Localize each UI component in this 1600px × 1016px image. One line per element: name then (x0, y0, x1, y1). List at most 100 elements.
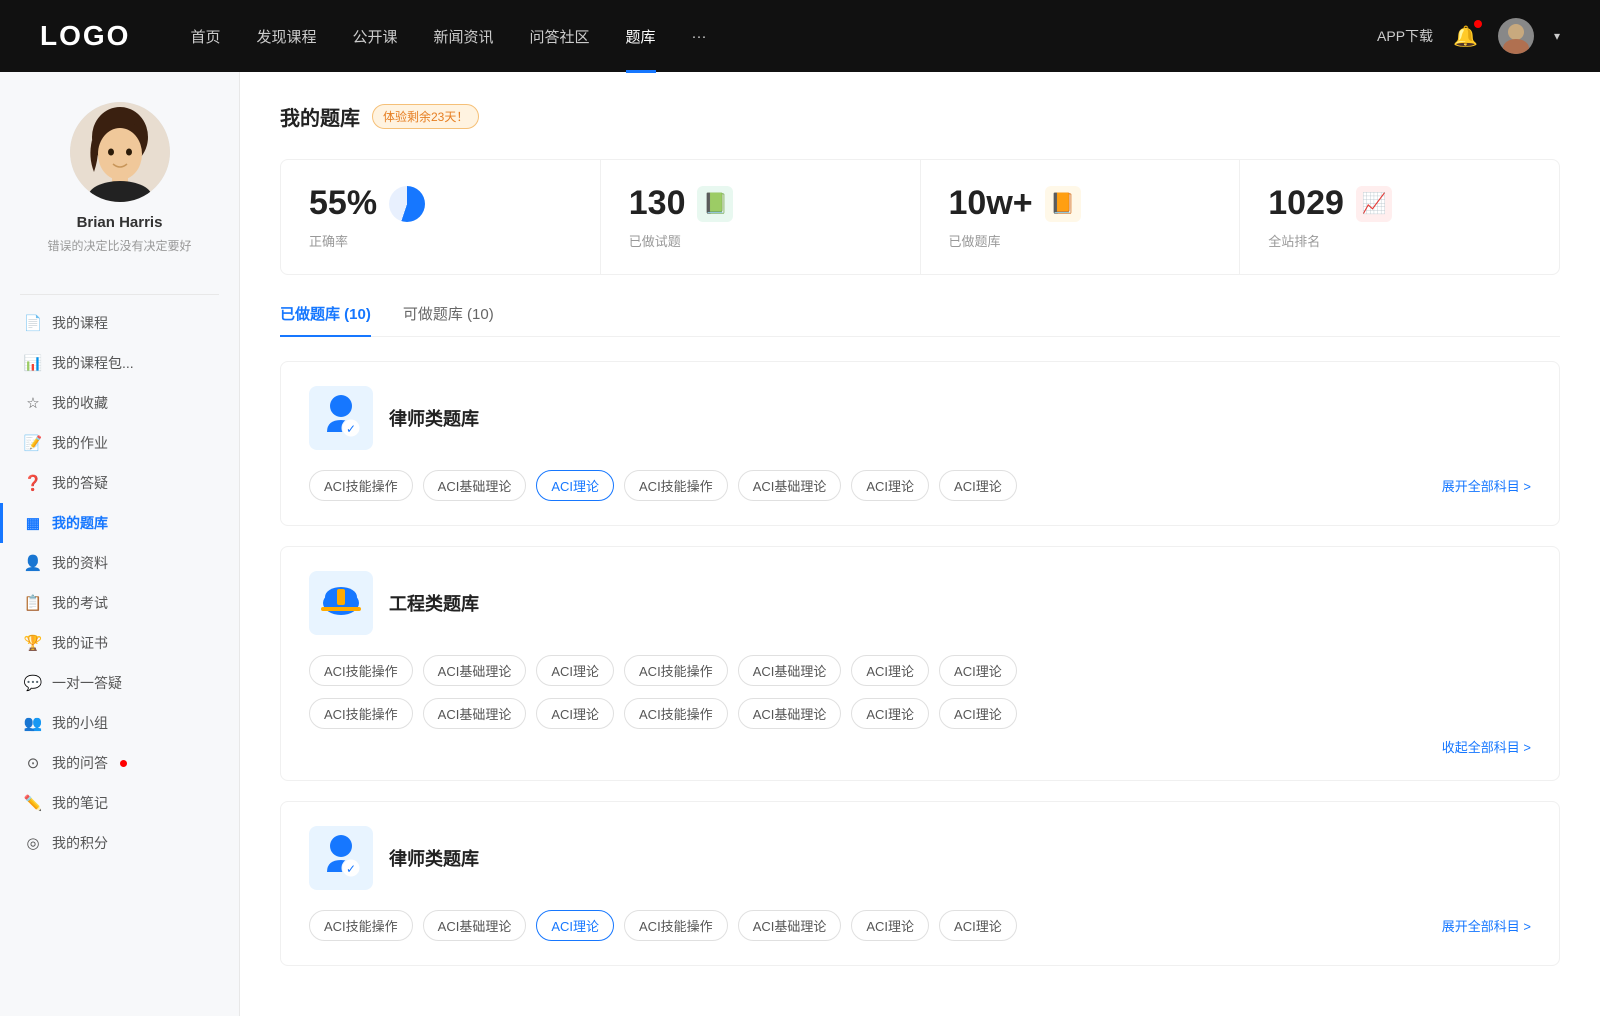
sidebar-profile: Brian Harris 错误的决定比没有决定要好 (0, 102, 239, 274)
tag[interactable]: ACI基础理论 (423, 470, 527, 501)
bank-2-tags-row1: ACI技能操作 ACI基础理论 ACI理论 ACI技能操作 ACI基础理论 AC… (309, 655, 1531, 686)
sidebar: Brian Harris 错误的决定比没有决定要好 📄 我的课程 📊 我的课程包… (0, 72, 240, 1016)
tag[interactable]: ACI技能操作 (309, 698, 413, 729)
tag[interactable]: ACI理论 (851, 910, 929, 941)
tag[interactable]: ACI基础理论 (738, 655, 842, 686)
sidebar-divider (20, 294, 219, 295)
tag[interactable]: ACI技能操作 (624, 910, 728, 941)
stat-done-q-value: 130 (629, 184, 686, 223)
nav-home[interactable]: 首页 (190, 26, 220, 47)
main-content: 我的题库 体验剩余23天！ 55% 正确率 130 📗 已做试题 (240, 72, 1600, 1016)
tag[interactable]: ACI理论 (536, 655, 614, 686)
app-download[interactable]: APP下载 (1377, 26, 1433, 46)
nav-courses[interactable]: 发现课程 (256, 26, 316, 47)
tag[interactable]: ACI基础理论 (738, 698, 842, 729)
tag[interactable]: ACI技能操作 (309, 655, 413, 686)
tag[interactable]: ACI基础理论 (423, 655, 527, 686)
tag[interactable]: ACI理论 (851, 698, 929, 729)
tab-done-banks[interactable]: 已做题库 (10) (280, 303, 371, 336)
nav-opencourse[interactable]: 公开课 (352, 26, 397, 47)
sidebar-item-favorites[interactable]: ☆ 我的收藏 (0, 383, 239, 423)
sidebar-item-homework[interactable]: 📝 我的作业 (0, 423, 239, 463)
tag[interactable]: ACI基础理论 (738, 470, 842, 501)
sidebar-menu: 📄 我的课程 📊 我的课程包... ☆ 我的收藏 📝 我的作业 ❓ 我的答疑 ▦ (0, 303, 239, 863)
tag-active[interactable]: ACI理论 (536, 470, 614, 501)
nav-qa[interactable]: 问答社区 (530, 26, 590, 47)
grid-icon: ▦ (24, 514, 42, 532)
chart-red-icon: 📈 (1356, 186, 1392, 222)
sidebar-item-one-on-one[interactable]: 💬 一对一答疑 (0, 663, 239, 703)
tag[interactable]: ACI理论 (851, 470, 929, 501)
question-icon: ❓ (24, 474, 42, 492)
bell-icon[interactable]: 🔔 (1453, 24, 1478, 49)
tag[interactable]: ACI技能操作 (624, 698, 728, 729)
stat-top: 130 📗 (629, 184, 892, 223)
sidebar-item-label: 我的题库 (52, 513, 108, 533)
tag[interactable]: ACI基础理论 (738, 910, 842, 941)
tabs-row: 已做题库 (10) 可做题库 (10) (280, 303, 1560, 337)
tag[interactable]: ACI理论 (939, 698, 1017, 729)
page-title: 我的题库 (280, 102, 360, 131)
doc-orange-icon: 📙 (1045, 186, 1081, 222)
sidebar-motto: 错误的决定比没有决定要好 (27, 237, 211, 254)
tag[interactable]: ACI技能操作 (624, 655, 728, 686)
tag-active[interactable]: ACI理论 (536, 910, 614, 941)
bank-card-3-header: ✓ 律师类题库 (309, 826, 1531, 890)
tag[interactable]: ACI技能操作 (309, 470, 413, 501)
sidebar-item-label: 我的作业 (52, 433, 108, 453)
sidebar-item-my-courses[interactable]: 📄 我的课程 (0, 303, 239, 343)
tab-available-banks[interactable]: 可做题库 (10) (403, 303, 494, 336)
doc-green-icon: 📗 (697, 186, 733, 222)
bank-1-title: 律师类题库 (389, 405, 479, 431)
sidebar-item-label: 一对一答疑 (52, 673, 122, 693)
stat-accuracy-value: 55% (309, 184, 377, 223)
star-icon: ☆ (24, 394, 42, 412)
bell-badge (1474, 20, 1482, 28)
user-avatar-nav[interactable] (1498, 18, 1534, 54)
sidebar-item-my-qa[interactable]: ❓ 我的答疑 (0, 463, 239, 503)
sidebar-item-label: 我的资料 (52, 553, 108, 573)
sidebar-item-my-bank[interactable]: ▦ 我的题库 (0, 503, 239, 543)
nav-more[interactable]: ··· (692, 28, 707, 45)
bank-2-tags-row2: ACI技能操作 ACI基础理论 ACI理论 ACI技能操作 ACI基础理论 AC… (309, 698, 1531, 729)
bank-3-expand-link[interactable]: 展开全部科目 > (1442, 916, 1531, 935)
bank-1-expand-link[interactable]: 展开全部科目 > (1442, 476, 1531, 495)
sidebar-item-my-questions[interactable]: ⊙ 我的问答 (0, 743, 239, 783)
sidebar-avatar (70, 102, 170, 202)
points-icon: ◎ (24, 834, 42, 852)
sidebar-item-my-notes[interactable]: ✏️ 我的笔记 (0, 783, 239, 823)
tag[interactable]: ACI理论 (939, 470, 1017, 501)
nav-right: APP下载 🔔 ▾ (1377, 18, 1560, 54)
sidebar-item-my-data[interactable]: 👤 我的资料 (0, 543, 239, 583)
sidebar-item-my-group[interactable]: 👥 我的小组 (0, 703, 239, 743)
collapse-button[interactable]: 收起全部科目 > (1442, 737, 1531, 756)
tag[interactable]: ACI理论 (851, 655, 929, 686)
bank-card-1-header: ✓ 律师类题库 (309, 386, 1531, 450)
tag[interactable]: ACI基础理论 (423, 698, 527, 729)
tag[interactable]: ACI技能操作 (624, 470, 728, 501)
sidebar-item-my-cert[interactable]: 🏆 我的证书 (0, 623, 239, 663)
lawyer2-svg-icon: ✓ (313, 830, 369, 886)
page-title-row: 我的题库 体验剩余23天！ (280, 102, 1560, 131)
tag[interactable]: ACI基础理论 (423, 910, 527, 941)
stat-rank-value: 1029 (1268, 184, 1344, 223)
bank-card-2: 工程类题库 ACI技能操作 ACI基础理论 ACI理论 ACI技能操作 ACI基… (280, 546, 1560, 781)
sidebar-item-course-package[interactable]: 📊 我的课程包... (0, 343, 239, 383)
logo: LOGO (40, 20, 130, 52)
nav-dropdown-arrow[interactable]: ▾ (1554, 29, 1560, 43)
nav-news[interactable]: 新闻资讯 (434, 26, 494, 47)
nav-links: 首页 发现课程 公开课 新闻资讯 问答社区 题库 ··· (190, 26, 1377, 47)
tag[interactable]: ACI理论 (536, 698, 614, 729)
sidebar-item-label: 我的答疑 (52, 473, 108, 493)
tag[interactable]: ACI技能操作 (309, 910, 413, 941)
sidebar-item-my-points[interactable]: ◎ 我的积分 (0, 823, 239, 863)
sidebar-item-label: 我的问答 (52, 753, 108, 773)
tag[interactable]: ACI理论 (939, 910, 1017, 941)
tag[interactable]: ACI理论 (939, 655, 1017, 686)
nav-bank[interactable]: 题库 (626, 26, 656, 47)
sidebar-username: Brian Harris (77, 214, 163, 231)
dot-badge (120, 760, 127, 767)
sidebar-item-my-exam[interactable]: 📋 我的考试 (0, 583, 239, 623)
sidebar-item-label: 我的笔记 (52, 793, 108, 813)
pie-chart-icon (389, 186, 425, 222)
